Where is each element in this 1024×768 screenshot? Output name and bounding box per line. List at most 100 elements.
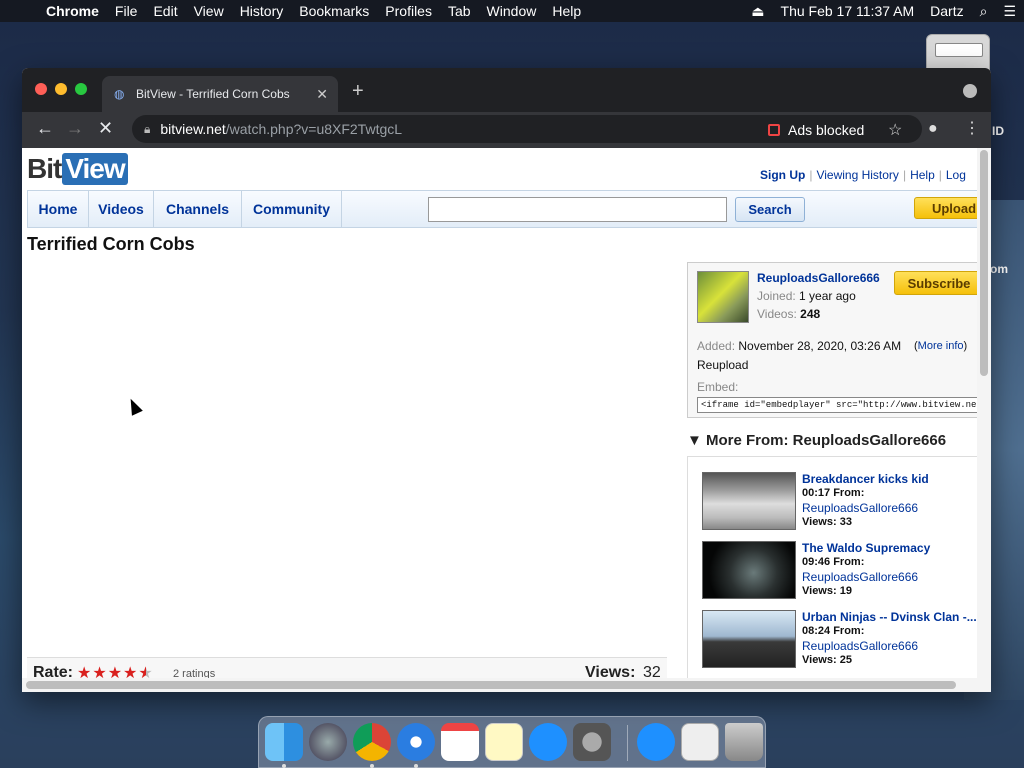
video-uploader-link[interactable]: ReuploadsGallore666	[802, 501, 918, 515]
spotlight-search-icon[interactable]: ⌕	[972, 3, 996, 20]
list-item[interactable]: Breakdancer kicks kid 00:17 From: Reuplo…	[702, 472, 977, 532]
avatar[interactable]	[697, 271, 749, 323]
favicon-icon: ◍	[114, 87, 125, 101]
more-info-link[interactable]: More info	[918, 340, 964, 352]
lock-icon[interactable]: 🔒︎	[144, 122, 150, 137]
ratings-count: 2 ratings	[173, 668, 216, 678]
sign-up-link[interactable]: Sign Up	[760, 168, 805, 182]
horizontal-scrollbar[interactable]	[22, 678, 977, 692]
video-link[interactable]: Breakdancer kicks kid	[802, 472, 929, 486]
control-center-icon[interactable]: ☰	[995, 3, 1024, 20]
profile-icon[interactable]: ●	[928, 120, 938, 138]
video-uploader-link[interactable]: ReuploadsGallore666	[802, 639, 918, 653]
menu-app-name[interactable]: Chrome	[38, 3, 107, 19]
tab-search-icon[interactable]	[963, 84, 977, 98]
views-label: Views:	[802, 654, 837, 666]
more-from-header[interactable]: ▼ More From: ReuploadsGallore666	[687, 432, 946, 449]
more-from-list: Breakdancer kicks kid 00:17 From: Reuplo…	[687, 456, 977, 678]
app-store-download-icon[interactable]	[637, 723, 675, 761]
tab-title: BitView - Terrified Corn Cobs	[136, 87, 290, 101]
video-uploader-link[interactable]: ReuploadsGallore666	[802, 570, 918, 584]
menu-bar: Chrome File Edit View History Bookmarks …	[0, 0, 1024, 22]
new-tab-icon[interactable]: +	[352, 80, 364, 103]
menu-bookmarks[interactable]: Bookmarks	[291, 3, 377, 19]
star-icon[interactable]: ★	[77, 665, 92, 678]
minimize-window-button[interactable]	[55, 83, 67, 95]
upload-button[interactable]: Upload	[914, 197, 977, 219]
nav-videos[interactable]: Videos	[89, 191, 154, 227]
rating-bar: Rate: ★★★★★ 2 ratings Views: 32	[27, 657, 667, 678]
viewing-history-link[interactable]: Viewing History	[816, 168, 898, 182]
subscribe-button[interactable]: Subscribe	[894, 271, 977, 295]
joined-value: 1 year ago	[799, 289, 856, 303]
page-content: Bit View Sign Up | Viewing History | Help | Log…	[22, 148, 977, 678]
menu-help[interactable]: Help	[544, 3, 589, 19]
views-label: Views:	[802, 516, 837, 528]
menu-edit[interactable]: Edit	[145, 3, 185, 19]
video-duration: 00:17	[802, 487, 831, 499]
from-label: From:	[833, 487, 865, 499]
star-icon[interactable]: ★	[92, 665, 107, 678]
search-input[interactable]	[428, 197, 727, 222]
notes-icon[interactable]	[485, 723, 523, 761]
clock[interactable]: Thu Feb 17 11:37 AM	[773, 3, 923, 19]
embed-code-field[interactable]: <iframe id="embedplayer" src="http://www…	[697, 397, 977, 413]
menu-history[interactable]: History	[232, 3, 292, 19]
video-thumbnail[interactable]	[702, 472, 796, 530]
bookmark-star-icon[interactable]: ☆	[888, 120, 902, 140]
close-window-button[interactable]	[35, 83, 47, 95]
list-item[interactable]: Urban Ninjas -- Dvinsk Clan -... 08:24 F…	[702, 610, 977, 670]
added-label: Added:	[697, 339, 736, 353]
system-preferences-icon[interactable]	[573, 723, 611, 761]
user-name[interactable]: Dartz	[922, 3, 971, 19]
half-star-icon[interactable]: ★	[138, 665, 153, 678]
vertical-scrollbar[interactable]	[977, 148, 991, 692]
maximize-window-button[interactable]	[75, 83, 87, 95]
video-link[interactable]: Urban Ninjas -- Dvinsk Clan -...	[802, 610, 977, 624]
eject-icon[interactable]: ⏏	[743, 3, 772, 20]
menu-window[interactable]: Window	[479, 3, 545, 19]
help-link[interactable]: Help	[910, 168, 935, 182]
menu-profiles[interactable]: Profiles	[377, 3, 440, 19]
menu-view[interactable]: View	[186, 3, 232, 19]
document-icon[interactable]	[681, 723, 719, 761]
menu-file[interactable]: File	[107, 3, 146, 19]
bitview-logo[interactable]: Bit View	[27, 152, 128, 186]
calendar-icon[interactable]	[441, 723, 479, 761]
menu-tab[interactable]: Tab	[440, 3, 479, 19]
site-nav: Home Videos Channels Community Search Up…	[27, 190, 977, 228]
app-store-icon[interactable]	[529, 723, 567, 761]
nav-community[interactable]: Community	[242, 191, 342, 227]
chrome-icon[interactable]	[353, 723, 391, 761]
video-thumbnail[interactable]	[702, 541, 796, 599]
finder-icon[interactable]	[265, 723, 303, 761]
tab-strip: ◍ BitView - Terrified Corn Cobs ✕ +	[22, 68, 991, 112]
list-item[interactable]: The Waldo Supremacy 09:46 From: Reupload…	[702, 541, 977, 601]
close-tab-icon[interactable]: ✕	[316, 86, 328, 103]
safari-icon[interactable]	[397, 723, 435, 761]
video-link[interactable]: The Waldo Supremacy	[802, 541, 930, 555]
from-label: From:	[833, 625, 865, 637]
browser-toolbar: ← → ✕ 🔒︎ bitview.net/watch.php?v=u8XF2Tw…	[22, 112, 991, 148]
more-menu-icon[interactable]: ⋮	[964, 118, 980, 138]
log-in-link[interactable]: Log	[946, 168, 966, 182]
stop-loading-icon[interactable]: ✕	[98, 118, 113, 139]
video-title: Terrified Corn Cobs	[27, 234, 195, 254]
rating-stars[interactable]: ★★★★★	[77, 663, 154, 678]
videos-count: 248	[800, 307, 821, 321]
trash-icon[interactable]	[725, 723, 763, 761]
browser-tab[interactable]: ◍ BitView - Terrified Corn Cobs ✕	[102, 76, 338, 112]
search-button[interactable]: Search	[735, 197, 805, 222]
back-icon[interactable]: ←	[36, 118, 54, 139]
ads-blocked-indicator[interactable]: Ads blocked	[768, 122, 864, 138]
videos-label: Videos:	[757, 307, 797, 321]
star-icon[interactable]: ★	[108, 665, 123, 678]
forward-icon[interactable]: →	[66, 118, 84, 139]
video-thumbnail[interactable]	[702, 610, 796, 668]
launchpad-icon[interactable]	[309, 723, 347, 761]
uploader-name[interactable]: ReuploadsGallore666	[757, 271, 880, 285]
nav-home[interactable]: Home	[28, 191, 89, 227]
nav-channels[interactable]: Channels	[154, 191, 242, 227]
star-icon[interactable]: ★	[123, 665, 138, 678]
from-label: From:	[833, 556, 865, 568]
